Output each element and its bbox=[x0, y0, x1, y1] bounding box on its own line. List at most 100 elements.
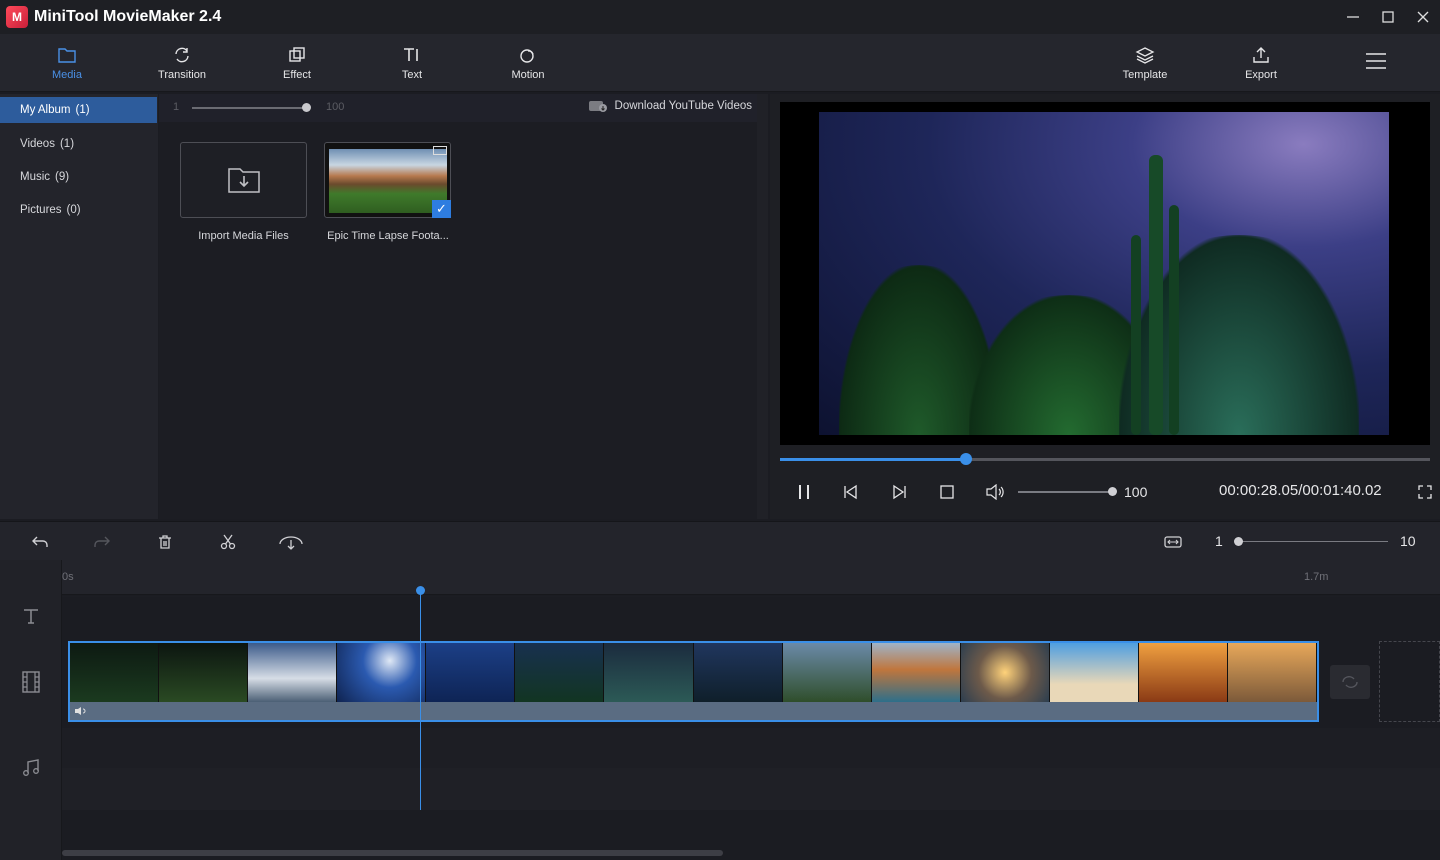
playback-timecode: 00:00:28.05/00:01:40.02 bbox=[1219, 482, 1382, 499]
media-panel: 1 100 Download YouTube Videos Import Med… bbox=[159, 94, 768, 519]
clip-filmstrip bbox=[70, 643, 1317, 702]
menu-button[interactable] bbox=[1326, 34, 1426, 92]
text-icon bbox=[404, 47, 418, 61]
clip-selected-checkbox[interactable]: ✓ bbox=[432, 200, 451, 218]
undo-icon bbox=[32, 536, 48, 547]
playhead-handle[interactable] bbox=[416, 586, 425, 595]
effect-icon bbox=[289, 46, 305, 62]
fit-timeline-button[interactable] bbox=[1162, 531, 1184, 553]
close-icon bbox=[1417, 11, 1428, 23]
sidebar-item-label: Music bbox=[20, 170, 51, 183]
tab-effect-label: Effect bbox=[283, 68, 311, 81]
stop-button[interactable] bbox=[937, 482, 957, 502]
import-media-button[interactable] bbox=[180, 142, 307, 218]
music-track-lower[interactable] bbox=[62, 768, 1440, 810]
tab-media-label: Media bbox=[52, 68, 82, 81]
import-folder-icon bbox=[227, 168, 260, 193]
split-button[interactable] bbox=[217, 531, 239, 553]
seek-handle[interactable] bbox=[959, 453, 972, 465]
media-library-sidebar: My Album (1) Videos (1) Music (9) Pictur… bbox=[0, 94, 158, 519]
timeline-toolbar: 1 10 bbox=[0, 521, 1440, 560]
volume-value: 100 bbox=[1124, 484, 1148, 500]
timeline-zoom-handle[interactable] bbox=[1234, 537, 1243, 546]
timeline-scrollbar[interactable] bbox=[62, 850, 723, 856]
app-title: MiniTool MovieMaker 2.4 bbox=[34, 8, 222, 25]
thumbnail-size-handle[interactable] bbox=[302, 103, 311, 112]
sidebar-item-count: (1) bbox=[59, 137, 75, 150]
video-type-icon bbox=[433, 146, 447, 155]
main-toolbar: Media Transition Effect Text Motion Temp… bbox=[0, 34, 1440, 92]
hamburger-menu-icon bbox=[1366, 52, 1386, 69]
add-transition-slot[interactable] bbox=[1330, 665, 1370, 699]
minimize-button[interactable] bbox=[1335, 0, 1370, 34]
ruler-end-label: 1.7m bbox=[1304, 571, 1329, 583]
tab-text[interactable]: Text bbox=[362, 34, 462, 92]
clip-audio-icon[interactable] bbox=[74, 706, 86, 719]
clip-thumbnail-image bbox=[329, 149, 447, 213]
minimize-icon bbox=[1346, 16, 1359, 18]
sidebar-item-label: Videos bbox=[20, 137, 55, 150]
layers-icon bbox=[1135, 46, 1155, 64]
text-track-icon bbox=[19, 604, 43, 628]
zoom-min-label: 1 bbox=[1215, 533, 1223, 549]
playback-seek-bar[interactable] bbox=[780, 458, 1430, 461]
music-track-icon bbox=[19, 756, 43, 780]
previous-frame-icon bbox=[844, 484, 857, 500]
fit-to-width-icon bbox=[1164, 536, 1182, 548]
volume-button[interactable] bbox=[985, 482, 1005, 502]
maximize-icon bbox=[1381, 11, 1394, 23]
timeline-ruler[interactable]: 0s 1.7m bbox=[62, 560, 1440, 595]
motion-icon bbox=[520, 48, 534, 63]
sidebar-item-count: (1) bbox=[75, 104, 90, 116]
sidebar-item-my-album[interactable]: My Album (1) bbox=[0, 97, 157, 123]
undo-button[interactable] bbox=[29, 531, 51, 553]
sidebar-item-label: My Album bbox=[20, 104, 71, 116]
sidebar-item-music[interactable]: Music (9) bbox=[0, 160, 158, 193]
tab-media[interactable]: Media bbox=[17, 34, 117, 92]
audio-detach-button[interactable] bbox=[278, 531, 304, 553]
download-youtube-button[interactable]: Download YouTube Videos bbox=[588, 100, 752, 112]
video-preview bbox=[780, 102, 1430, 445]
ruler-start-label: 0s bbox=[62, 571, 74, 583]
maximize-button[interactable] bbox=[1370, 0, 1405, 34]
tab-effect[interactable]: Effect bbox=[247, 34, 347, 92]
delete-button[interactable] bbox=[154, 531, 176, 553]
tab-text-label: Text bbox=[401, 68, 423, 81]
scissors-icon bbox=[220, 534, 236, 550]
tab-motion-label: Motion bbox=[511, 68, 545, 81]
stop-icon bbox=[940, 485, 954, 499]
folder-icon bbox=[58, 47, 76, 63]
timeline-video-clip[interactable] bbox=[68, 641, 1319, 722]
transition-icon bbox=[175, 47, 189, 62]
sidebar-item-pictures[interactable]: Pictures (0) bbox=[0, 193, 158, 226]
timeline-zoom-slider[interactable] bbox=[1238, 541, 1388, 542]
music-track[interactable] bbox=[62, 728, 1440, 768]
speaker-icon bbox=[986, 484, 1004, 500]
media-header: 1 100 Download YouTube Videos bbox=[159, 94, 768, 122]
export-label: Export bbox=[1245, 68, 1277, 81]
volume-handle[interactable] bbox=[1108, 487, 1117, 496]
next-frame-button[interactable] bbox=[889, 482, 909, 502]
volume-slider[interactable] bbox=[1018, 491, 1110, 493]
empty-clip-slot[interactable] bbox=[1379, 641, 1440, 722]
export-button[interactable]: Export bbox=[1211, 34, 1311, 92]
thumbnail-size-slider[interactable] bbox=[192, 107, 307, 109]
previous-frame-button[interactable] bbox=[841, 482, 861, 502]
next-frame-icon bbox=[893, 484, 906, 500]
seek-progress bbox=[780, 458, 966, 461]
pause-icon bbox=[799, 485, 809, 499]
tab-motion[interactable]: Motion bbox=[478, 34, 578, 92]
redo-button[interactable] bbox=[91, 531, 113, 553]
tab-transition[interactable]: Transition bbox=[132, 34, 232, 92]
sidebar-item-count: (9) bbox=[55, 170, 70, 183]
pause-button[interactable] bbox=[794, 482, 814, 502]
export-icon bbox=[1253, 46, 1269, 63]
playhead[interactable] bbox=[420, 590, 421, 810]
title-bar: M MiniTool MovieMaker 2.4 bbox=[0, 0, 1440, 34]
fullscreen-button[interactable] bbox=[1415, 482, 1435, 502]
sidebar-item-videos[interactable]: Videos (1) bbox=[0, 127, 158, 160]
template-button[interactable]: Template bbox=[1095, 34, 1195, 92]
close-button[interactable] bbox=[1405, 0, 1440, 34]
media-scrollbar[interactable] bbox=[757, 94, 768, 519]
media-clip-label: Epic Time Lapse Foota... bbox=[327, 230, 449, 242]
